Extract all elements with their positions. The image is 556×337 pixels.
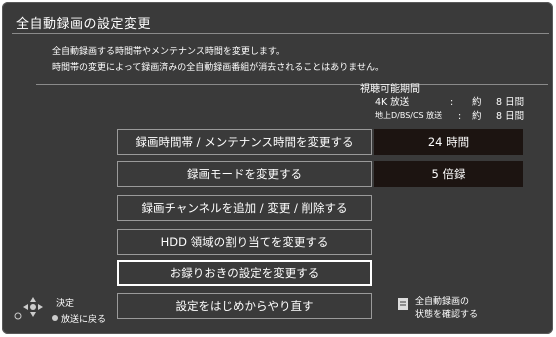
description-divider [36, 84, 548, 85]
period-4k-label: 4K 放送 [375, 97, 410, 108]
description-line-2: 時間帯の変更によって録画済みの全自動録画番組が消去されることはありません。 [52, 63, 385, 73]
status-check-line-1: 全自動録画の [415, 297, 470, 307]
period-terrestrial-prefix: 約 [472, 111, 482, 122]
viewing-period-heading: 視聴可能期間 [360, 84, 420, 95]
recording-mode-value: 5 倍録 [374, 161, 523, 187]
decide-label: 決定 [56, 299, 75, 309]
change-hdd-allocation-button[interactable]: HDD 領域の割り当てを変更する [117, 229, 372, 255]
change-recording-time-button[interactable]: 録画時間帯 / メンテナンス時間を変更する [117, 129, 372, 155]
status-check-line-2: 状態を確認する [415, 310, 479, 320]
change-reservation-settings-button[interactable]: お録りおきの設定を変更する [117, 260, 372, 286]
period-4k-prefix: 約 [472, 97, 482, 108]
description-line-1: 全自動録画する時間帯やメンテナンス時間を変更します。 [52, 47, 285, 57]
return-broadcast-icon [52, 315, 58, 321]
return-label: 放送に戻る [61, 315, 107, 325]
period-4k-value: 8 日間 [496, 97, 525, 108]
back-icon [14, 312, 22, 320]
title-divider [12, 33, 549, 34]
recording-time-value: 24 時間 [374, 129, 523, 155]
edit-recording-channels-button[interactable]: 録画チャンネルを追加 / 変更 / 削除する [117, 195, 372, 221]
guide-icon [398, 298, 408, 310]
dpad-icon [23, 297, 43, 317]
period-4k-sep: : [450, 97, 454, 108]
change-recording-mode-button[interactable]: 録画モードを変更する [117, 161, 372, 187]
reset-settings-button[interactable]: 設定をはじめからやり直す [117, 293, 372, 319]
period-terrestrial-sep: : [458, 111, 462, 122]
period-terrestrial-value: 8 日間 [496, 111, 525, 122]
period-terrestrial-label: 地上D/BS/CS 放送 [375, 111, 443, 120]
settings-panel: 全自動録画の設定変更 全自動録画する時間帯やメンテナンス時間を変更します。 時間… [2, 2, 553, 334]
page-title: 全自動録画の設定変更 [16, 17, 152, 32]
